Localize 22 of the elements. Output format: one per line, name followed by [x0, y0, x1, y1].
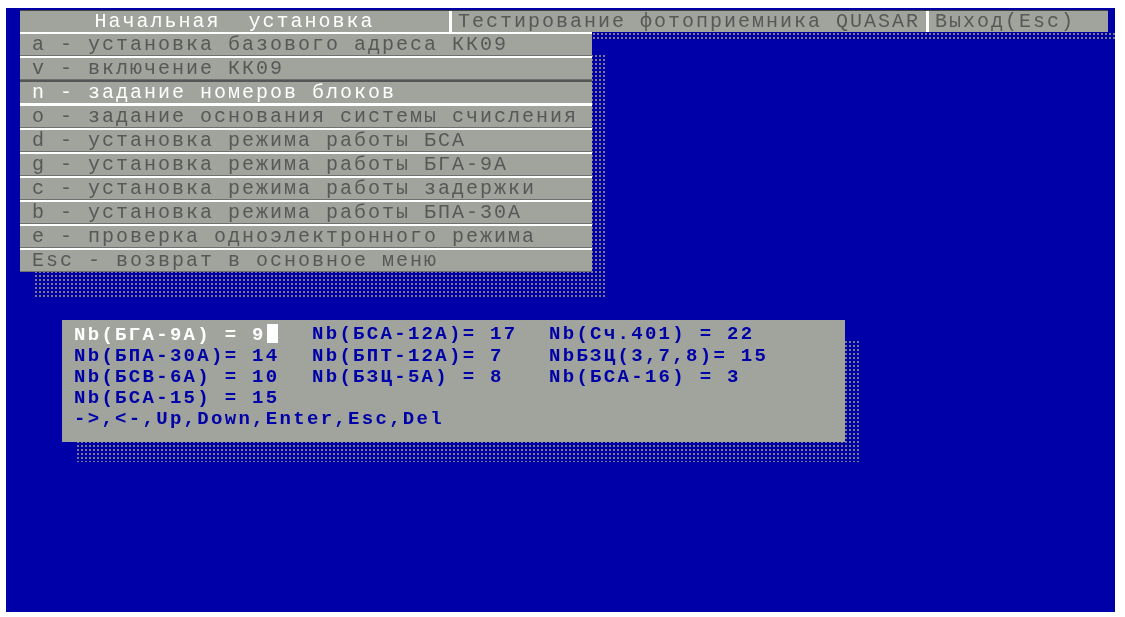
- block-number-field[interactable]: Nb(БПТ-12А)= 7: [312, 345, 504, 367]
- menu-item[interactable]: e - проверка одноэлектронного режима: [20, 224, 592, 248]
- block-number-field[interactable]: Nb(БГА-9А) = 9: [74, 324, 266, 346]
- block-number-field[interactable]: Nb(БСА-12А)= 17: [312, 323, 518, 345]
- block-number-field[interactable]: Nb(БЗЦ-5А) = 8: [312, 366, 504, 388]
- menu-item[interactable]: Esc - возврат в основное меню: [20, 248, 592, 272]
- key-hint: ->,<-,Up,Down,Enter,Esc,Del: [74, 409, 445, 430]
- block-number-field[interactable]: Nb(Сч.401) = 22: [549, 323, 755, 345]
- block-number-field[interactable]: Nb(БПА-30А)= 14: [74, 345, 280, 367]
- menu-item[interactable]: g - установка режима работы БГА-9А: [20, 152, 592, 176]
- menu-item[interactable]: b - установка режима работы БПА-30А: [20, 200, 592, 224]
- block-number-field[interactable]: Nb(БСА-15) = 15: [74, 387, 280, 409]
- menu-item[interactable]: c - установка режима работы задержки: [20, 176, 592, 200]
- menu-item[interactable]: o - задание основания системы счисления: [20, 104, 592, 128]
- menu-item[interactable]: v - включение КК09: [20, 56, 592, 80]
- menu-item[interactable]: d - установка режима работы БСА: [20, 128, 592, 152]
- block-number-field[interactable]: Nb(БСВ-6А) = 10: [74, 366, 280, 388]
- block-number-field[interactable]: Nb(БСА-16) = 3: [549, 366, 741, 388]
- menu-item[interactable]: n - задание номеров блоков: [20, 80, 592, 104]
- text-cursor: [266, 324, 278, 343]
- menu-item[interactable]: a - установка базового адреса КК09: [20, 32, 592, 56]
- block-number-field[interactable]: NbБЗЦ(3,7,8)= 15: [549, 345, 769, 367]
